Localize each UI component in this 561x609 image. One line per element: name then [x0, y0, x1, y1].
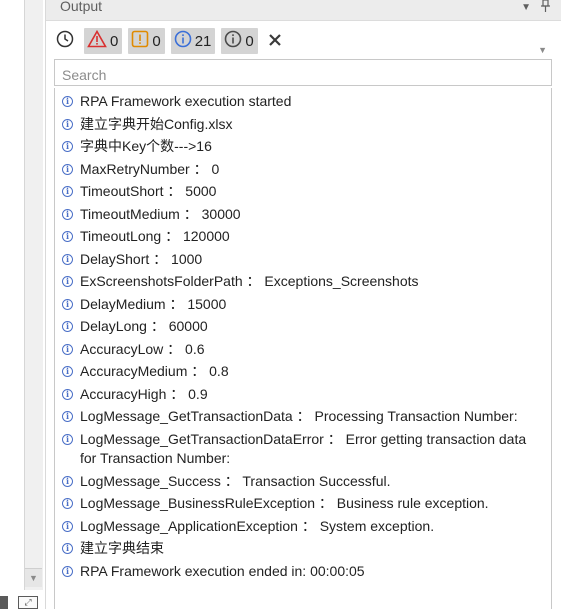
log-message: TimeoutShort ： 5000 [80, 183, 217, 199]
info-filter-button[interactable]: 21 [170, 28, 216, 54]
info-icon: i [62, 276, 73, 287]
close-icon [268, 31, 282, 52]
log-entry[interactable]: i LogMessage_GetTransactionData ： Process… [55, 407, 551, 427]
warnings-filter-button[interactable]: 0 [128, 28, 165, 54]
log-message: LogMessage_GetTransactionDataError ： Err… [80, 430, 531, 467]
log-message: 建立字典开始Config.xlsx [80, 115, 233, 132]
chevron-down-icon[interactable]: ▼ [521, 2, 531, 13]
log-entry[interactable]: i AccuracyLow ： 0.6 [55, 340, 551, 360]
log-message: RPA Framework execution ended in: 00:00:… [80, 562, 365, 579]
info-icon: i [62, 231, 73, 242]
info-icon: i [62, 498, 73, 509]
log-message: LogMessage_BusinessRuleException ： Busin… [80, 495, 489, 511]
log-entry[interactable]: i LogMessage_Success ： Transaction Succes… [55, 472, 551, 492]
info-icon: i [62, 253, 73, 265]
info-icon: i [62, 141, 73, 152]
output-toolbar: 0 0 21 0 [52, 27, 552, 55]
log-entry[interactable]: i LogMessage_BusinessRuleException ： Busi… [55, 494, 551, 514]
timestamp-toggle-button[interactable] [52, 28, 78, 54]
log-entry[interactable]: i TimeoutShort ： 5000 [55, 182, 551, 202]
scroll-down-arrow-icon[interactable]: ▼ [25, 568, 42, 587]
error-triangle-icon [87, 29, 107, 52]
log-message: 字典中Key个数--->16 [80, 138, 212, 154]
errors-filter-button[interactable]: 0 [84, 28, 123, 54]
log-entry[interactable]: i 建立字典开始Config.xlsx [55, 115, 551, 135]
log-message: DelayMedium ： 15000 [80, 295, 227, 312]
info-icon: i [62, 543, 73, 554]
search-input[interactable] [54, 59, 552, 86]
trace-info-icon [224, 30, 242, 52]
info-icon: i [62, 118, 73, 130]
info-icon: i [62, 388, 73, 400]
log-entry[interactable]: i TimeoutLong ： 120000 [55, 227, 551, 247]
log-message: AccuracyHigh ： 0.9 [80, 385, 208, 402]
fit-screen-icon[interactable]: ⤢ [18, 596, 38, 609]
output-panel: Output ▼ 0 0 21 0 ▼ Search i RPA Framewo… [45, 0, 561, 609]
info-icon: i [62, 208, 73, 220]
log-message: LogMessage_Success ： Transaction Success… [80, 472, 391, 489]
log-message: DelayLong ： 60000 [80, 318, 208, 334]
log-message: MaxRetryNumber ： 0 [80, 160, 220, 177]
info-icon: i [62, 343, 73, 355]
info-icon: i [62, 366, 73, 377]
output-titlebar: Output ▼ [46, 0, 561, 21]
info-icon: i [62, 433, 73, 445]
clear-all-button[interactable] [264, 28, 286, 54]
log-entry[interactable]: i TimeoutMedium ： 30000 [55, 205, 551, 225]
panel-title: Output [60, 0, 103, 14]
left-panel-scrollbar[interactable]: ▼ [24, 0, 43, 590]
log-entry[interactable]: i RPA Framework execution ended in: 00:00… [55, 562, 551, 582]
info-icon: i [62, 475, 73, 487]
log-entry[interactable]: i DelayShort ： 1000 [55, 250, 551, 270]
info-icon: i [62, 186, 73, 197]
log-message: 建立字典结束 [80, 540, 164, 556]
info-count: 21 [194, 32, 212, 50]
log-entry[interactable]: i DelayLong ： 60000 [55, 317, 551, 337]
log-message: AccuracyLow ： 0.6 [80, 340, 205, 357]
log-entry[interactable]: i AccuracyMedium ： 0.8 [55, 362, 551, 382]
log-message: AccuracyMedium ： 0.8 [80, 363, 229, 379]
log-entry[interactable]: i MaxRetryNumber ： 0 [55, 160, 551, 180]
log-message: DelayShort ： 1000 [80, 250, 203, 267]
info-icon: i [62, 411, 73, 422]
bottom-tool-icon[interactable] [0, 596, 8, 609]
log-entry[interactable]: i AccuracyHigh ： 0.9 [55, 385, 551, 405]
pin-icon[interactable] [541, 0, 550, 15]
toolbar-overflow-icon[interactable]: ▼ [538, 45, 547, 55]
info-icon: i [62, 321, 73, 332]
log-entry[interactable]: i 建立字典结束 [55, 539, 551, 559]
log-message: ExScreenshotsFolderPath ： Exceptions_Scr… [80, 273, 419, 289]
errors-count: 0 [110, 32, 119, 50]
info-icon [174, 30, 192, 52]
info-icon: i [62, 298, 73, 310]
log-message: LogMessage_GetTransactionData ： Processi… [80, 408, 518, 424]
log-entry[interactable]: i LogMessage_ApplicationException ： Syste… [55, 517, 551, 537]
log-list: i RPA Framework execution started i 建立字典开始C… [55, 88, 551, 581]
trace-count: 0 [245, 32, 254, 50]
log-message: TimeoutLong ： 120000 [80, 228, 230, 244]
log-entry[interactable]: i DelayMedium ： 15000 [55, 295, 551, 315]
log-message: LogMessage_ApplicationException ： System… [80, 517, 435, 534]
log-entry[interactable]: i 字典中Key个数--->16 [55, 137, 551, 157]
clock-icon [56, 30, 74, 52]
trace-filter-button[interactable]: 0 [221, 28, 258, 54]
warnings-count: 0 [152, 32, 161, 50]
log-message: RPA Framework execution started [80, 93, 292, 109]
info-icon: i [62, 520, 73, 532]
info-icon: i [62, 565, 73, 577]
log-message: TimeoutMedium ： 30000 [80, 205, 241, 222]
log-entry[interactable]: i LogMessage_GetTransactionDataError ： Er… [55, 430, 551, 469]
log-entry[interactable]: i RPA Framework execution started [55, 92, 551, 112]
log-entry[interactable]: i ExScreenshotsFolderPath ： Exceptions_Sc… [55, 272, 551, 292]
info-icon: i [62, 96, 73, 107]
info-icon: i [62, 163, 73, 175]
left-panel: ▼ ⤢ [0, 0, 45, 609]
warning-icon [131, 30, 149, 52]
output-log: i RPA Framework execution started i 建立字典开始C… [54, 88, 552, 609]
